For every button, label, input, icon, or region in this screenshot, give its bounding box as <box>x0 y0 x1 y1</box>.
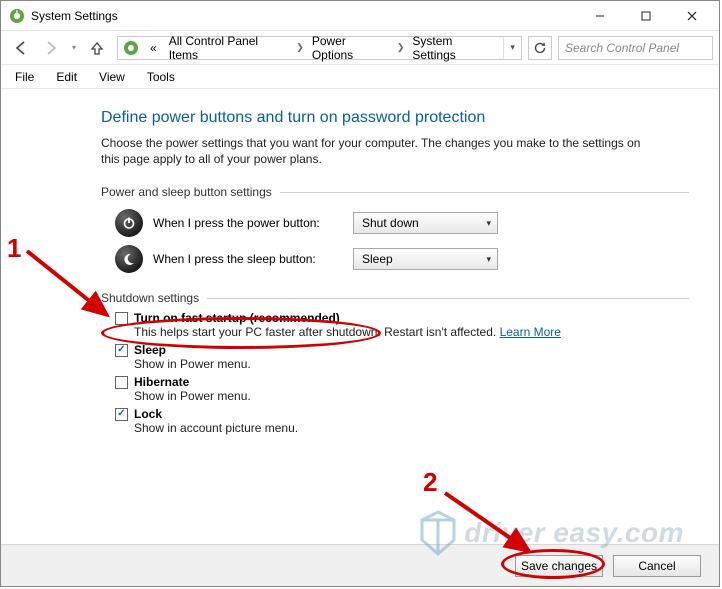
forward-button[interactable] <box>37 35 65 61</box>
chevron-right-icon: ❯ <box>395 42 407 53</box>
power-button-label: When I press the power button: <box>153 216 343 230</box>
recent-dropdown[interactable]: ▾ <box>67 35 81 61</box>
power-icon <box>115 209 143 237</box>
sleep-icon <box>115 245 143 273</box>
content-area: Define power buttons and turn on passwor… <box>1 91 719 540</box>
checkbox-label-hibernate: Hibernate <box>134 375 189 389</box>
power-button-select[interactable]: Shut down ▾ <box>353 212 498 234</box>
checkbox-desc-sleep: Show in Power menu. <box>134 357 689 371</box>
chevron-down-icon: ▾ <box>486 218 491 229</box>
group-label-shutdown: Shutdown settings <box>101 291 199 305</box>
power-button-value: Shut down <box>362 216 419 230</box>
sleep-button-label: When I press the sleep button: <box>153 252 343 266</box>
refresh-button[interactable] <box>528 36 552 60</box>
watermark-text: driver easy.com <box>464 517 684 549</box>
sleep-button-select[interactable]: Sleep ▾ <box>353 248 498 270</box>
menu-file[interactable]: File <box>5 67 44 87</box>
cancel-button[interactable]: Cancel <box>613 555 701 577</box>
checkbox-label-fast-startup: Turn on fast startup (recommended) <box>134 311 340 325</box>
checkbox-desc-fast-startup: This helps start your PC faster after sh… <box>134 325 689 339</box>
close-button[interactable] <box>669 1 715 31</box>
checkbox-lock[interactable] <box>115 408 128 421</box>
search-input[interactable] <box>559 37 712 59</box>
save-changes-button[interactable]: Save changes <box>515 555 603 577</box>
menu-bar: File Edit View Tools <box>1 65 719 89</box>
menu-tools[interactable]: Tools <box>137 67 185 87</box>
breadcrumb-prefix[interactable]: « <box>144 37 163 59</box>
sleep-button-value: Sleep <box>362 252 393 266</box>
checkbox-desc-hibernate: Show in Power menu. <box>134 389 689 403</box>
breadcrumb-item-0[interactable]: All Control Panel Items <box>163 37 295 59</box>
nav-bar: ▾ « All Control Panel Items ❯ Power Opti… <box>1 31 719 65</box>
search-box[interactable] <box>558 36 713 60</box>
page-subtext: Choose the power settings that you want … <box>101 135 661 167</box>
checkbox-hibernate[interactable] <box>115 376 128 389</box>
address-dropdown[interactable]: ▾ <box>503 37 521 59</box>
minimize-button[interactable] <box>577 1 623 31</box>
divider <box>207 298 689 299</box>
learn-more-link[interactable]: Learn More <box>500 325 561 339</box>
chevron-down-icon: ▾ <box>486 254 491 265</box>
address-bar[interactable]: « All Control Panel Items ❯ Power Option… <box>117 36 522 60</box>
breadcrumb-item-2[interactable]: System Settings <box>406 37 503 59</box>
back-button[interactable] <box>7 35 35 61</box>
page-heading: Define power buttons and turn on passwor… <box>101 109 689 127</box>
title-bar: System Settings <box>1 1 719 31</box>
chevron-right-icon: ❯ <box>294 42 306 53</box>
divider <box>280 192 689 193</box>
up-button[interactable] <box>83 35 111 61</box>
checkbox-label-sleep: Sleep <box>134 343 166 357</box>
menu-view[interactable]: View <box>89 67 135 87</box>
watermark: driver easy.com <box>418 510 684 556</box>
window-title: System Settings <box>31 9 577 23</box>
maximize-button[interactable] <box>623 1 669 31</box>
control-panel-icon <box>122 39 140 57</box>
menu-edit[interactable]: Edit <box>46 67 87 87</box>
checkbox-fast-startup[interactable] <box>115 312 128 325</box>
checkbox-label-lock: Lock <box>134 407 162 421</box>
breadcrumb-item-1[interactable]: Power Options <box>306 37 395 59</box>
checkbox-desc-lock: Show in account picture menu. <box>134 421 689 435</box>
group-label-power-sleep: Power and sleep button settings <box>101 185 272 199</box>
checkbox-sleep[interactable] <box>115 344 128 357</box>
app-icon <box>9 8 25 24</box>
